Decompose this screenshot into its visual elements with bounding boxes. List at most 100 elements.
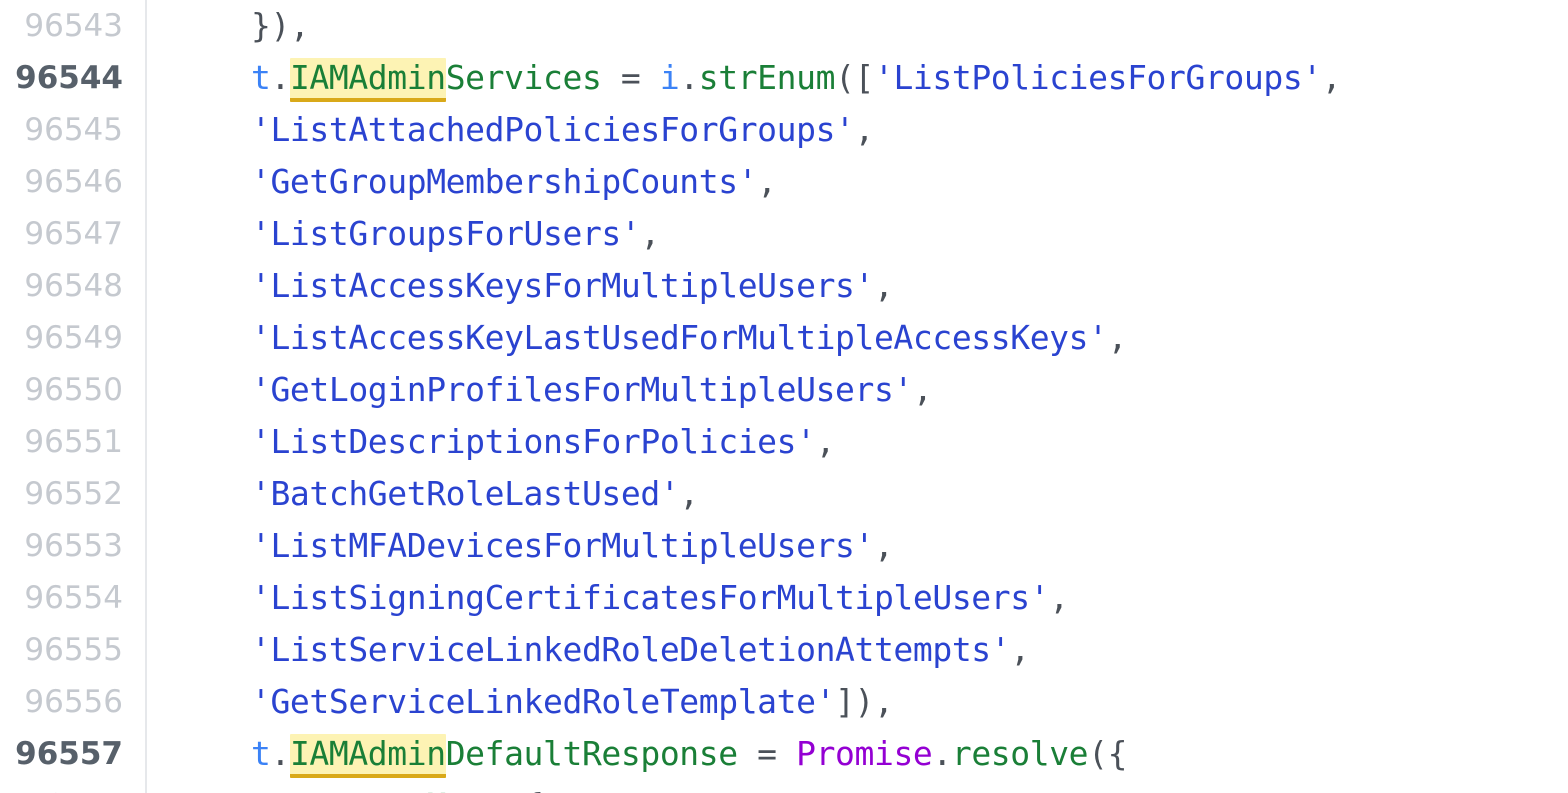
- code-token: t: [251, 58, 271, 97]
- line-number[interactable]: 96548: [0, 260, 147, 312]
- code-line[interactable]: 96548 'ListAccessKeysForMultipleUsers',: [0, 260, 1568, 312]
- code-token: ([: [835, 58, 874, 97]
- code-token: : {: [485, 786, 544, 793]
- code-line[interactable]: 96552 'BatchGetRoleLastUsed',: [0, 468, 1568, 520]
- code-line-content[interactable]: ResponseMap: {: [146, 780, 1568, 793]
- code-token: .: [679, 58, 699, 97]
- code-line[interactable]: 96549 'ListAccessKeyLastUsedForMultipleAc…: [0, 312, 1568, 364]
- code-line-text: ResponseMap: {: [147, 780, 1568, 793]
- code-line-text: 'BatchGetRoleLastUsed',: [147, 468, 1568, 520]
- code-line[interactable]: 96555 'ListServiceLinkedRoleDeletionAttem…: [0, 624, 1568, 676]
- line-number[interactable]: 96558: [0, 780, 147, 793]
- code-line-content[interactable]: 'ListGroupsForUsers',: [146, 208, 1568, 260]
- search-match-highlight: IAMAdmin: [289, 58, 446, 102]
- line-number[interactable]: 96549: [0, 312, 147, 364]
- code-line[interactable]: 96554 'ListSigningCertificatesForMultiple…: [0, 572, 1568, 624]
- code-token: ,: [815, 422, 836, 461]
- code-line[interactable]: 96558ResponseMap: {: [0, 780, 1568, 793]
- line-number[interactable]: 96545: [0, 104, 147, 156]
- code-line-text: 'GetServiceLinkedRoleTemplate']),: [147, 676, 1568, 728]
- code-line-content[interactable]: 'GetGroupMembershipCounts',: [146, 156, 1568, 208]
- code-line-text: 'GetLoginProfilesForMultipleUsers',: [147, 364, 1568, 416]
- line-number[interactable]: 96544: [0, 52, 147, 104]
- code-line-content[interactable]: t.IAMAdminServices = i.strEnum(['ListPol…: [146, 52, 1568, 104]
- code-line[interactable]: 96546 'GetGroupMembershipCounts',: [0, 156, 1568, 208]
- code-line-text: 'ListDescriptionsForPolicies',: [147, 416, 1568, 468]
- code-token: .: [270, 734, 290, 773]
- code-token: ,: [1010, 630, 1030, 669]
- code-token: ,: [1107, 318, 1128, 357]
- code-token: =: [737, 734, 797, 773]
- code-line-text: 'ListAccessKeysForMultipleUsers',: [147, 260, 1568, 312]
- code-token: 'GetGroupMembershipCounts': [251, 162, 758, 201]
- code-line-text: 'ListAccessKeyLastUsedForMultipleAccessK…: [147, 312, 1568, 364]
- code-line[interactable]: 96547 'ListGroupsForUsers',: [0, 208, 1568, 260]
- code-file-viewer[interactable]: 96543}), 96544 t.IAMAdminServices = i.strE…: [0, 0, 1568, 793]
- code-token: strEnum: [698, 58, 836, 97]
- code-token: 'ListAccessKeyLastUsedForMultipleAccessK…: [251, 318, 1108, 357]
- code-line-text: 'ListMFADevicesForMultipleUsers',: [147, 520, 1568, 572]
- code-token: DefaultResponse: [445, 734, 738, 773]
- code-token: ,: [679, 474, 699, 513]
- code-line[interactable]: 96545 'ListAttachedPoliciesForGroups',: [0, 104, 1568, 156]
- line-number[interactable]: 96557: [0, 728, 147, 780]
- code-line-text: 'ListGroupsForUsers',: [147, 208, 1568, 260]
- line-number[interactable]: 96543: [0, 0, 147, 52]
- code-line[interactable]: 96557 t.IAMAdminDefaultResponse = Promise…: [0, 728, 1568, 780]
- code-line-text: t.IAMAdminDefaultResponse = Promise.reso…: [147, 728, 1568, 780]
- code-token: 'ListGroupsForUsers': [251, 214, 641, 253]
- code-token: 'ListPoliciesForGroups': [874, 58, 1322, 97]
- code-line-content[interactable]: t.IAMAdminDefaultResponse = Promise.reso…: [146, 728, 1568, 780]
- code-line-content[interactable]: 'ListAttachedPoliciesForGroups',: [146, 104, 1568, 156]
- code-line[interactable]: 96556 'GetServiceLinkedRoleTemplate']),: [0, 676, 1568, 728]
- code-token: i: [659, 58, 680, 97]
- code-line-content[interactable]: 'ListAccessKeysForMultipleUsers',: [146, 260, 1568, 312]
- code-line-content[interactable]: 'ListSigningCertificatesForMultipleUsers…: [146, 572, 1568, 624]
- code-token: ,: [912, 370, 933, 409]
- code-line-text: }),: [147, 0, 1568, 52]
- code-line-text: 'ListServiceLinkedRoleDeletionAttempts',: [147, 624, 1568, 676]
- code-token: 'ListAccessKeysForMultipleUsers': [251, 266, 874, 305]
- code-line[interactable]: 96550 'GetLoginProfilesForMultipleUsers',: [0, 364, 1568, 416]
- code-token: 'GetServiceLinkedRoleTemplate': [251, 682, 836, 721]
- code-line-content[interactable]: 'ListAccessKeyLastUsedForMultipleAccessK…: [146, 312, 1568, 364]
- code-token: ,: [757, 162, 777, 201]
- line-number[interactable]: 96552: [0, 468, 147, 520]
- code-line-text: 'ListAttachedPoliciesForGroups',: [147, 104, 1568, 156]
- line-number[interactable]: 96554: [0, 572, 147, 624]
- code-token: ,: [640, 214, 660, 253]
- code-token: 'ListAttachedPoliciesForGroups': [251, 110, 855, 149]
- code-line[interactable]: 96544 t.IAMAdminServices = i.strEnum(['Li…: [0, 52, 1568, 104]
- code-line-content[interactable]: 'ListMFADevicesForMultipleUsers',: [146, 520, 1568, 572]
- code-token: =: [601, 58, 660, 97]
- line-number[interactable]: 96555: [0, 624, 147, 676]
- code-line-content[interactable]: 'GetServiceLinkedRoleTemplate']),: [146, 676, 1568, 728]
- code-line-content[interactable]: }),: [146, 0, 1568, 52]
- code-token: .: [270, 58, 290, 97]
- code-token: }),: [251, 6, 310, 45]
- line-number[interactable]: 96550: [0, 364, 147, 416]
- line-number[interactable]: 96553: [0, 520, 147, 572]
- line-number[interactable]: 96551: [0, 416, 147, 468]
- code-line-content[interactable]: 'GetLoginProfilesForMultipleUsers',: [146, 364, 1568, 416]
- search-match-highlight: IAMAdmin: [289, 734, 446, 778]
- code-token: resolve: [951, 734, 1089, 773]
- code-token: ,: [854, 110, 875, 149]
- code-token: 'BatchGetRoleLastUsed': [251, 474, 680, 513]
- code-token: 'ListMFADevicesForMultipleUsers': [251, 526, 874, 565]
- code-token: ({: [1088, 734, 1128, 773]
- line-number[interactable]: 96556: [0, 676, 147, 728]
- code-line-content[interactable]: 'ListServiceLinkedRoleDeletionAttempts',: [146, 624, 1568, 676]
- code-token: 'GetLoginProfilesForMultipleUsers': [251, 370, 913, 409]
- code-line[interactable]: 96551 'ListDescriptionsForPolicies',: [0, 416, 1568, 468]
- code-lines-body: 96543}), 96544 t.IAMAdminServices = i.strE…: [0, 0, 1568, 793]
- code-token: Promise: [796, 734, 933, 773]
- line-number[interactable]: 96547: [0, 208, 147, 260]
- code-line-content[interactable]: 'BatchGetRoleLastUsed',: [146, 468, 1568, 520]
- code-line-content[interactable]: 'ListDescriptionsForPolicies',: [146, 416, 1568, 468]
- code-token: ,: [873, 266, 894, 305]
- code-line[interactable]: 96553 'ListMFADevicesForMultipleUsers',: [0, 520, 1568, 572]
- line-number[interactable]: 96546: [0, 156, 147, 208]
- code-token: ,: [873, 526, 894, 565]
- code-line[interactable]: 96543}),: [0, 0, 1568, 52]
